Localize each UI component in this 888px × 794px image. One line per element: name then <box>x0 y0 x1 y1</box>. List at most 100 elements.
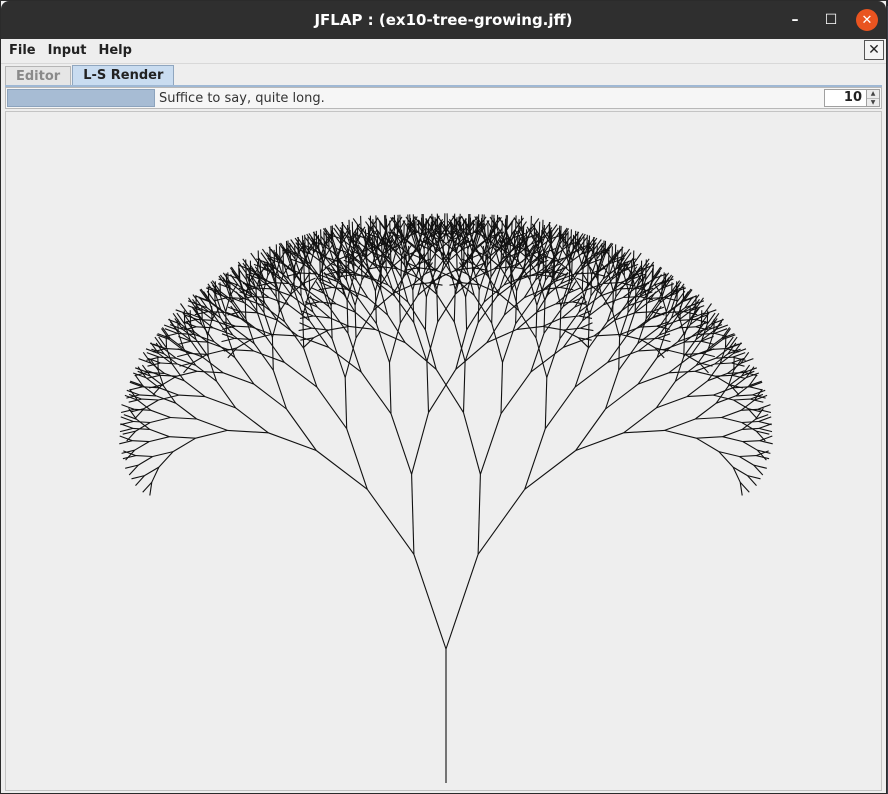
tree-branch-segment <box>530 346 564 373</box>
tree-branch-segment <box>121 404 135 410</box>
recursion-depth-spinner[interactable]: 10 ▲ ▼ <box>824 89 880 107</box>
tree-branch-segment <box>639 325 657 328</box>
tree-branch-segment <box>535 305 538 339</box>
tree-branch-segment <box>623 407 657 434</box>
tree-branch-segment <box>244 297 247 319</box>
tree-branch-segment <box>150 416 171 424</box>
tree-branch-segment <box>196 318 214 321</box>
tree-branch-segment <box>668 370 696 374</box>
tree-branch-segment <box>715 356 733 359</box>
tree-branch-segment <box>424 296 427 330</box>
tree-branch-segment <box>694 402 717 420</box>
tree-branch-segment <box>177 340 192 345</box>
tree-branch-segment <box>735 394 753 397</box>
tree-branch-segment <box>252 296 269 299</box>
tree-branch-segment <box>543 300 546 334</box>
tree-branch-segment <box>149 428 170 438</box>
tab-editor[interactable]: Editor <box>5 66 72 85</box>
tree-branch-segment <box>268 432 317 452</box>
tree-branch-segment <box>516 311 538 330</box>
tree-branch-segment <box>298 327 312 332</box>
tree-branch-segment <box>207 335 209 357</box>
render-progress-bar <box>7 89 155 107</box>
tree-branch-segment <box>178 394 206 398</box>
tree-branch-segment <box>183 380 206 398</box>
tree-branch-segment <box>286 408 317 451</box>
tree-branch-segment <box>473 295 493 324</box>
menu-input[interactable]: Input <box>42 40 93 62</box>
tree-branch-segment <box>374 290 377 324</box>
tree-branch-segment <box>695 416 722 420</box>
tree-branch-segment <box>601 294 614 313</box>
tree-branch-segment <box>535 337 548 378</box>
tree-branch-segment <box>271 337 274 371</box>
tree-branch-segment <box>206 348 228 355</box>
tree-branch-segment <box>683 335 685 357</box>
tree-branch-segment <box>196 418 228 431</box>
tree-branch-segment <box>159 374 177 377</box>
recursion-depth-value[interactable]: 10 <box>825 90 866 106</box>
render-control-bar: Suffice to say, quite long. 10 ▲ ▼ <box>5 87 882 109</box>
tree-branch-segment <box>721 409 742 419</box>
tree-branch-segment <box>207 341 228 350</box>
tree-branch-segment <box>129 386 143 391</box>
lsystem-render-canvas[interactable] <box>5 111 882 791</box>
tab-ls-render[interactable]: L-S Render <box>72 65 175 85</box>
tree-branch-segment <box>175 402 198 420</box>
tree-branch-segment <box>329 317 350 327</box>
tree-branch-segment <box>328 346 362 373</box>
tree-branch-segment <box>741 420 759 424</box>
tree-branch-segment <box>346 300 349 334</box>
tree-branch-segment <box>722 428 743 438</box>
tree-branch-segment <box>404 342 437 370</box>
tree-branch-segment <box>346 275 355 301</box>
render-status-text: Suffice to say, quite long. <box>159 90 325 106</box>
tree-branch-segment <box>732 377 747 389</box>
tree-branch-segment <box>428 369 457 413</box>
tree-branch-segment <box>537 275 546 301</box>
close-icon[interactable]: ✕ <box>856 9 878 31</box>
menu-file[interactable]: File <box>1 40 42 62</box>
maximize-icon[interactable]: ☐ <box>820 9 842 31</box>
tree-branch-segment <box>500 244 503 266</box>
tree-branch-segment <box>587 315 590 349</box>
tree-branch-segment <box>132 427 150 430</box>
close-document-button[interactable]: ✕ <box>864 40 884 60</box>
title-bar[interactable]: JFLAP : (ex10-tree-growing.jff) – ☐ ✕ <box>1 1 886 39</box>
tree-branch-segment <box>190 352 208 355</box>
tree-branch-segment <box>360 371 392 415</box>
tree-branch-segment <box>466 249 469 271</box>
tree-branch-segment <box>477 295 498 323</box>
tree-branch-segment <box>739 455 757 458</box>
tree-branch-segment <box>399 295 419 324</box>
tree-branch-segment <box>445 554 479 650</box>
tab-bar: Editor L-S Render <box>5 65 175 85</box>
tree-branch-segment <box>621 248 631 261</box>
tree-branch-segment <box>553 259 556 281</box>
tree-branch-segment <box>196 370 224 374</box>
tree-branch-segment <box>303 266 306 288</box>
tree-branch-segment <box>645 297 648 319</box>
tree-branch-segment <box>261 248 271 261</box>
tree-branch-segment <box>354 305 357 339</box>
tree-branch-segment <box>718 451 734 468</box>
menu-help[interactable]: Help <box>92 40 137 62</box>
tree-branch-segment <box>739 456 754 466</box>
tree-branch-segment <box>437 293 456 323</box>
spin-down-icon[interactable]: ▼ <box>867 98 879 106</box>
tree-branch-segment <box>158 451 174 468</box>
window-title: JFLAP : (ex10-tree-growing.jff) <box>314 11 573 29</box>
tree-branch-segment <box>544 377 548 429</box>
tree-branch-segment <box>195 429 228 439</box>
tree-branch-segment <box>303 348 318 388</box>
tree-branch-segment <box>757 404 771 410</box>
tree-branch-segment <box>664 418 696 431</box>
tree-branch-segment <box>742 441 758 451</box>
tree-branch-segment <box>308 269 311 291</box>
tree-branch-segment <box>574 348 589 388</box>
minimize-icon[interactable]: – <box>784 9 806 31</box>
tree-branch-segment <box>742 427 760 430</box>
tree-branch-segment <box>623 296 640 299</box>
spin-up-icon[interactable]: ▲ <box>867 90 879 99</box>
tree-branch-segment <box>742 440 760 443</box>
